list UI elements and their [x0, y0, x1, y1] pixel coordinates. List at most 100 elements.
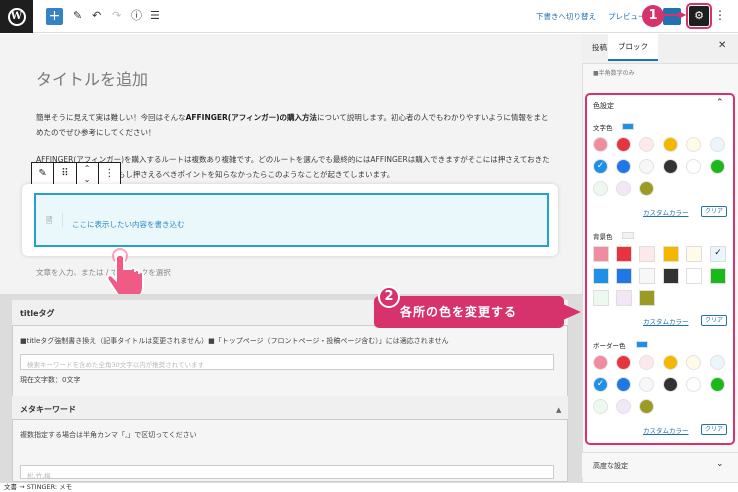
- color-swatch[interactable]: [710, 377, 725, 392]
- advanced-settings-label: 高度な設定: [593, 462, 628, 470]
- custom-color-link[interactable]: カスタムカラー: [643, 316, 689, 326]
- current-color-indicator: [622, 232, 634, 239]
- clear-color-button[interactable]: クリア: [701, 424, 727, 435]
- color-swatch[interactable]: [639, 355, 654, 370]
- selected-block[interactable]: 🗎 ここに表示したい内容を書き込む: [34, 193, 549, 247]
- color-swatch[interactable]: [686, 377, 701, 392]
- custom-color-link[interactable]: カスタムカラー: [643, 425, 689, 435]
- breadcrumb-footer[interactable]: 文書 → STINGER: メモ: [0, 482, 738, 492]
- color-swatch[interactable]: [639, 246, 655, 262]
- undo-icon[interactable]: ↶: [92, 9, 101, 23]
- color-swatch[interactable]: [686, 159, 701, 174]
- color-swatch[interactable]: [686, 137, 701, 152]
- color-swatch[interactable]: [686, 268, 702, 284]
- color-swatch[interactable]: [616, 159, 631, 174]
- color-swatch[interactable]: [639, 399, 654, 414]
- color-group-label: 文字色: [593, 124, 613, 132]
- color-swatch[interactable]: [616, 246, 632, 262]
- color-swatch[interactable]: [663, 246, 679, 262]
- document-icon: 🗎: [46, 216, 53, 225]
- pencil-tool-icon[interactable]: ✎: [73, 9, 82, 23]
- char-count-text: 現在文字数：0文字: [20, 376, 81, 384]
- color-swatch[interactable]: ✓: [593, 377, 608, 392]
- color-swatch[interactable]: [616, 268, 632, 284]
- move-up-down-icon[interactable]: ⌃ ⌄: [77, 163, 99, 185]
- meta-keyword-section-header[interactable]: メタキーワード: [12, 396, 568, 420]
- color-swatch[interactable]: [639, 137, 654, 152]
- color-swatch[interactable]: [710, 137, 725, 152]
- color-swatch[interactable]: [616, 399, 631, 414]
- redo-icon[interactable]: ↷: [112, 9, 121, 23]
- title-tag-description: ■titleタグ強制書き換え（記事タイトルは変更されません）■「トップページ（フ…: [20, 337, 449, 345]
- color-swatch[interactable]: [663, 268, 679, 284]
- block-toolbar: ✎ ⠿ ⌃ ⌄ ⋮: [31, 162, 121, 186]
- current-color-indicator: [622, 123, 634, 130]
- color-swatch[interactable]: [593, 268, 609, 284]
- color-swatch[interactable]: [639, 159, 654, 174]
- color-swatch[interactable]: [663, 377, 678, 392]
- tab-post[interactable]: 投稿: [592, 42, 607, 53]
- step-2-badge: 2: [378, 286, 400, 308]
- close-sidebar-icon[interactable]: ✕: [718, 40, 726, 51]
- color-swatch[interactable]: [639, 377, 654, 392]
- callout-text: 各所の色を変更する: [400, 305, 518, 319]
- color-swatch[interactable]: ✓: [710, 246, 726, 262]
- color-swatch[interactable]: ✓: [593, 159, 608, 174]
- color-swatch[interactable]: [616, 355, 631, 370]
- callout-pointer: [563, 304, 581, 320]
- color-swatch[interactable]: [710, 159, 725, 174]
- color-swatch[interactable]: [593, 181, 608, 196]
- drag-handle-icon[interactable]: ⠿: [54, 163, 77, 185]
- wordpress-logo[interactable]: W: [0, 0, 33, 33]
- pointer-hand-icon: [106, 248, 144, 299]
- settings-gear-button[interactable]: ⚙: [686, 3, 712, 29]
- color-swatch[interactable]: [686, 355, 701, 370]
- clear-color-button[interactable]: クリア: [701, 206, 727, 217]
- more-options-icon[interactable]: ⋮: [714, 8, 726, 22]
- color-swatch[interactable]: [686, 246, 702, 262]
- post-title-placeholder[interactable]: タイトルを追加: [36, 66, 148, 90]
- collapse-caret-icon[interactable]: ▲: [556, 406, 561, 414]
- color-swatch[interactable]: [593, 355, 608, 370]
- color-swatch[interactable]: [593, 246, 609, 262]
- custom-color-link[interactable]: カスタムカラー: [643, 207, 689, 217]
- step1-arrow: [664, 12, 686, 18]
- block-divider: [62, 213, 63, 227]
- color-swatch[interactable]: [616, 181, 631, 196]
- color-swatch[interactable]: [616, 377, 631, 392]
- color-swatch[interactable]: [593, 290, 609, 306]
- color-swatch[interactable]: [639, 290, 655, 306]
- meta-keyword-input[interactable]: 松,竹,梅: [20, 465, 554, 480]
- preview-button[interactable]: プレビュー: [608, 11, 646, 22]
- title-tag-heading: titleタグ: [20, 309, 55, 318]
- chevron-down-icon[interactable]: ⌄: [716, 459, 724, 469]
- color-swatch[interactable]: [663, 355, 678, 370]
- meta-keyword-description: 複数指定する場合は半角カンマ「,」で区切ってください: [20, 431, 197, 439]
- meta-keyword-heading: メタキーワード: [20, 405, 76, 414]
- color-settings-title: 色設定: [593, 102, 614, 110]
- block-type-pencil-icon[interactable]: ✎: [32, 163, 55, 185]
- switch-to-draft-button[interactable]: 下書きへ切り替え: [536, 11, 596, 22]
- wordpress-icon: W: [7, 7, 26, 26]
- block-options-icon[interactable]: ⋮: [99, 163, 120, 185]
- color-swatch[interactable]: [663, 159, 678, 174]
- color-swatch[interactable]: [593, 137, 608, 152]
- tab-block[interactable]: ブロック: [608, 33, 658, 61]
- color-swatch[interactable]: [663, 137, 678, 152]
- info-icon[interactable]: ⓘ: [131, 9, 142, 23]
- color-swatch[interactable]: [710, 355, 725, 370]
- add-block-button[interactable]: +: [46, 8, 63, 25]
- color-swatch[interactable]: [616, 290, 632, 306]
- block-content-text[interactable]: ここに表示したい内容を書き込む: [72, 219, 185, 230]
- color-swatch[interactable]: [710, 268, 726, 284]
- color-swatch[interactable]: [593, 399, 608, 414]
- paragraph-1[interactable]: 簡単そうに見えて実は難しい！今回はそんなAFFINGER(アフィンガー)の購入方…: [36, 110, 552, 140]
- title-tag-input[interactable]: 検索キーワードを含めた全角30文字以内が推奨されています: [20, 354, 554, 370]
- list-view-icon[interactable]: ☰: [150, 9, 160, 23]
- color-swatch[interactable]: [616, 137, 631, 152]
- color-swatch[interactable]: [639, 268, 655, 284]
- color-swatch[interactable]: [639, 181, 654, 196]
- clear-color-button[interactable]: クリア: [701, 315, 727, 326]
- chevron-up-icon[interactable]: ⌃: [716, 98, 724, 108]
- step-1-badge: 1: [642, 5, 664, 27]
